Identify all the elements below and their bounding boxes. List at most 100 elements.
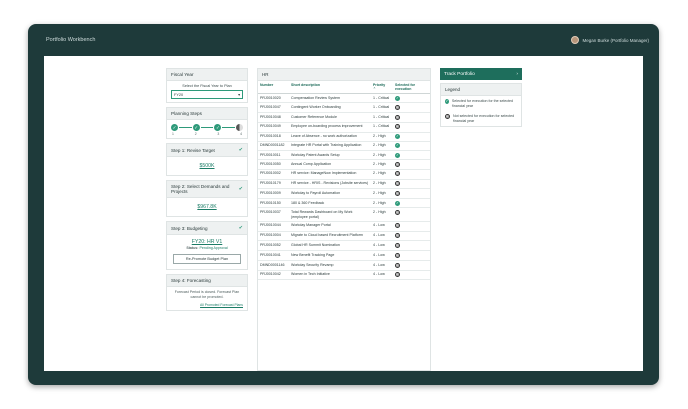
table-row[interactable]: PRJ0010047 Contingent Worker Onboarding 1 … (258, 102, 430, 113)
check-icon: ✔ (238, 225, 243, 231)
step-num: 2 (194, 132, 197, 136)
step-1-icon[interactable]: ✓ (171, 124, 178, 131)
table-row[interactable]: PRJ0010002 HR service: ManageNow Implemen… (258, 169, 430, 180)
step-num: 4 (240, 132, 242, 136)
col-description[interactable]: Short description (289, 81, 371, 94)
status-value: Pending Approval (199, 246, 228, 250)
row-number[interactable]: PRJ0010179 (258, 179, 289, 190)
user-name: Megan Burke (Portfolio Manager) (582, 37, 649, 43)
table-row[interactable]: PRJ0010037 Total Rewards Dashboard on My … (258, 207, 430, 222)
table-row[interactable]: PRJ0010049 Employee on-boarding process i… (258, 122, 430, 133)
row-priority: 2 - High (371, 207, 393, 222)
table-title: HR (258, 69, 430, 81)
demands-total-link[interactable]: $967.8K (171, 201, 243, 213)
row-number[interactable]: PRJ0010050 (258, 159, 289, 170)
row-number[interactable]: DMND0001182 (258, 141, 289, 151)
row-number[interactable]: PRJ0010052 (258, 240, 289, 252)
row-selected: ⊘ (393, 169, 430, 180)
row-number[interactable]: PRJ0010018 (258, 132, 289, 142)
row-number[interactable]: PRJ0010041 (258, 250, 289, 261)
user-menu[interactable]: Megan Burke (Portfolio Manager) (571, 36, 649, 44)
legend-card: Legend ✓ Selected for execution for the … (440, 83, 522, 128)
step-progress: ✓ ✓ ✓ (167, 120, 247, 132)
row-selected: ⊘ (393, 231, 430, 242)
row-priority: 4 - Low (371, 270, 393, 281)
table-row[interactable]: PRJ0010018 Leave of Absence - no work aut… (258, 132, 430, 142)
selected-check-icon: ✓ (395, 200, 400, 206)
selected-check-icon: ✓ (395, 152, 400, 158)
row-selected: ⊘ (393, 270, 430, 281)
fiscal-year-value: FY20 (174, 92, 184, 97)
fiscal-year-select[interactable]: FY20 ▾ (171, 90, 243, 99)
row-description: Compensation Review System (289, 93, 371, 104)
row-selected: ⊘ (393, 250, 430, 261)
table-row[interactable]: DMND0001182 Integrate HR Portal with Trai… (258, 141, 430, 151)
row-number[interactable]: PRJ0010044 (258, 221, 289, 232)
row-priority: 1 - Critical (371, 102, 393, 113)
revise-target-link[interactable]: $500K (171, 160, 243, 172)
track-portfolio-button[interactable]: Track Portfolio › (440, 68, 522, 80)
step-2-icon[interactable]: ✓ (192, 124, 200, 131)
step2-card: Step 2: Select Demands and Projects ✔ $9… (166, 180, 248, 217)
legend-selected-text: Selected for execution for the selected … (451, 99, 514, 108)
not-selected-icon: ⊘ (395, 210, 400, 215)
legend-not-selected-text: Not selected for execution for selected … (453, 114, 515, 123)
row-number[interactable]: PRJ0010004 (258, 231, 289, 242)
table-row[interactable]: PRJ0010044 Workday Manager Portal 4 - Low ⊘ (258, 221, 430, 232)
table-row[interactable]: PRJ0010048 Customer Reference Module 1 - C… (258, 112, 430, 123)
selected-check-icon: ✓ (395, 134, 400, 140)
table-row[interactable]: PRJ0010011 Workday Patent Awards Setup 2 -… (258, 150, 430, 161)
table-row[interactable]: PRJ0010042 Women in Tech Initiative 4 - Lo… (258, 270, 430, 281)
status-label: Status: (186, 246, 199, 250)
demand-table: Number Short description Priority ⌃ Selec… (258, 81, 430, 281)
step-3-icon[interactable]: ✓ (214, 124, 222, 131)
row-number[interactable]: PRJ0010047 (258, 102, 289, 113)
row-priority: 2 - High (371, 132, 393, 142)
row-number[interactable]: PRJ0010048 (258, 112, 289, 123)
table-row[interactable]: PRJ0010041 New Benefit Tracking Page 4 - L… (258, 250, 430, 261)
not-selected-icon: ⊘ (395, 252, 400, 258)
col-selected[interactable]: Selected for execution (393, 81, 430, 94)
not-selected-icon: ⊘ (395, 124, 400, 130)
row-priority: 2 - High (371, 150, 393, 161)
row-description: Annual Comp Application (289, 159, 371, 170)
row-number[interactable]: PRJ0010002 (258, 169, 289, 180)
step-4-icon[interactable] (236, 124, 244, 131)
row-description: Workday to Payroll Automation (289, 188, 371, 200)
row-number[interactable]: DMND0001146 (258, 260, 289, 271)
row-number[interactable]: PRJ0010150 (258, 198, 289, 209)
table-row[interactable]: PRJ0010052 Global HR Summit Nomination 4 -… (258, 240, 430, 252)
table-row[interactable]: PRJ0010009 Workday to Payroll Automation 2… (258, 188, 430, 200)
legend-header: Legend (441, 84, 521, 96)
selected-check-icon: ✓ (395, 95, 400, 101)
row-number[interactable]: PRJ0010042 (258, 270, 289, 281)
row-selected: ⊘ (393, 122, 430, 133)
budget-status: Status: Pending Approval (171, 246, 243, 250)
table-row[interactable]: PRJ0010004 Migrate to Cloud based Recruit… (258, 231, 430, 242)
row-priority: 2 - High (371, 141, 393, 151)
row-selected: ✓ (393, 198, 430, 209)
re-promote-button[interactable]: Re-Promote Budget Plan (173, 254, 241, 264)
row-description: Global HR Summit Nomination (289, 240, 371, 252)
not-selected-icon: ⊘ (395, 181, 400, 187)
table-row[interactable]: PRJ0010179 HR service - HRIS - Revisions … (258, 179, 430, 190)
col-priority[interactable]: Priority ⌃ (371, 81, 393, 94)
table-row[interactable]: DMND0001146 Workday Security Revamp 4 - Lo… (258, 260, 430, 271)
table-row[interactable]: PRJ0010050 Annual Comp Application 2 - Hig… (258, 159, 430, 170)
row-number[interactable]: PRJ0010049 (258, 122, 289, 133)
table-row[interactable]: PRJ0010020 Compensation Review System 1 - … (258, 93, 430, 104)
not-selected-icon: ⊘ (445, 114, 450, 120)
col-number[interactable]: Number (258, 81, 289, 94)
row-number[interactable]: PRJ0010011 (258, 150, 289, 161)
not-selected-icon: ⊘ (395, 223, 400, 229)
row-description: 180 & 360 Feedback (289, 198, 371, 209)
budget-plan-link[interactable]: FY20: HR V1 (171, 238, 243, 246)
row-number[interactable]: PRJ0010009 (258, 188, 289, 200)
chevron-right-icon: › (516, 71, 518, 77)
app-title: Portfolio Workbench (46, 37, 96, 43)
promoted-forecast-link[interactable]: All Promoted Forecast Plans (171, 303, 243, 307)
row-number[interactable]: PRJ0010020 (258, 93, 289, 104)
row-number[interactable]: PRJ0010037 (258, 207, 289, 222)
fiscal-year-label: Select the Fiscal Year to Plan (182, 84, 232, 88)
table-row[interactable]: PRJ0010150 180 & 360 Feedback 2 - High ✓ (258, 198, 430, 209)
